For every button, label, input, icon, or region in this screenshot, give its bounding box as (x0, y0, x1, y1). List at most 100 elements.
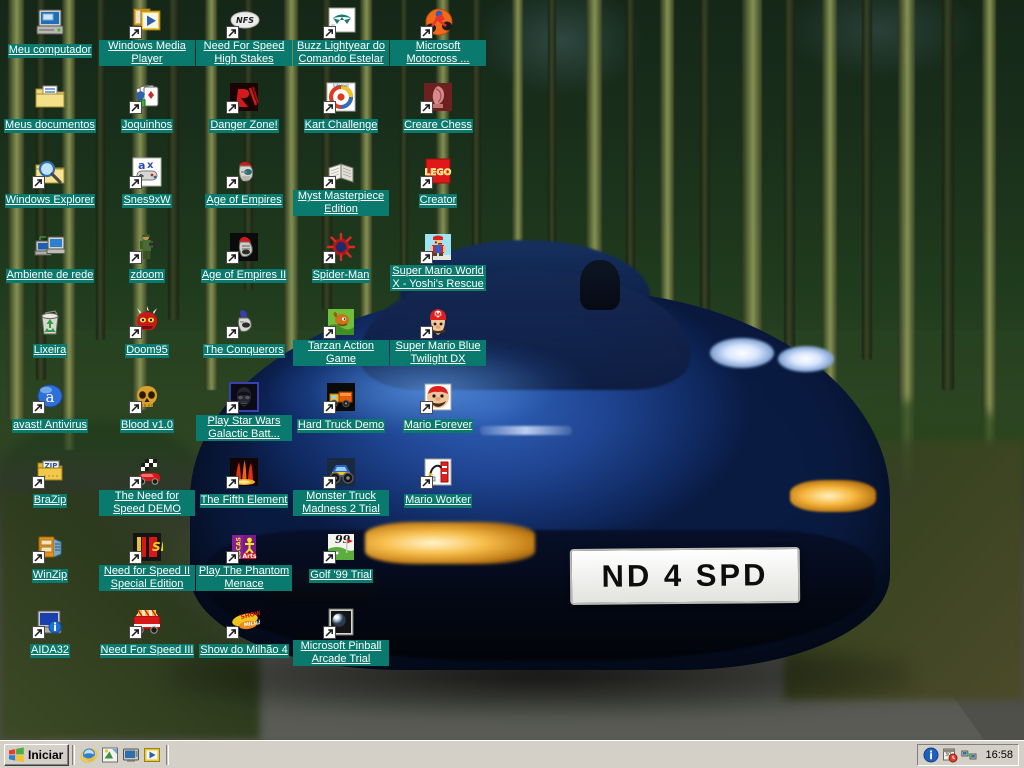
desktop-icon-nfs-high-stakes[interactable]: NFS Need For Speed High Stakes (196, 6, 292, 67)
desktop-icon-avast-antivirus[interactable]: a avast! Antivirus (2, 381, 98, 433)
desktop-icon-windows-media-player[interactable]: Windows Media Player (99, 6, 195, 67)
desktop-icon-kart-challenge[interactable]: Internet Kart Challenge (293, 81, 389, 133)
taskbar-clock[interactable]: 16:58 (985, 749, 1013, 761)
system-tray[interactable]: 30 16:58 (917, 743, 1019, 766)
windows-media-player-icon[interactable] (143, 746, 161, 764)
internet-explorer-icon[interactable] (80, 746, 98, 764)
desktop-icon-spider-man[interactable]: Spider-Man (293, 231, 389, 283)
tarzan-icon (323, 306, 357, 339)
desktop-icon-doom95[interactable]: Doom95 (99, 306, 195, 358)
shortcut-arrow-icon (129, 626, 142, 639)
desktop-icon-zdoom-marine[interactable]: zdoom (99, 231, 195, 283)
shortcut-arrow-icon (226, 176, 239, 189)
desktop-icon-hard-truck[interactable]: Hard Truck Demo (293, 381, 389, 433)
shortcut-arrow-icon (32, 476, 45, 489)
aida32-icon (32, 606, 66, 639)
desktop-icon-pinball-arcade[interactable]: Microsoft Pinball Arcade Trial (293, 606, 389, 667)
desktop-icon-super-mario-world-x[interactable]: Super Mario World X - Yoshi's Rescue (390, 231, 486, 292)
shortcut-arrow-icon (129, 326, 142, 339)
nfs2-se-icon: SE (129, 531, 163, 564)
super-mario-blue-twilight-icon: M (420, 306, 454, 339)
desktop-icon-creare-chess[interactable]: Creare Chess (390, 81, 486, 133)
fifth-element-icon (226, 456, 260, 489)
desktop-icon-label: Ambiente de rede (5, 269, 95, 283)
car-license-plate: ND 4 SPD (569, 546, 801, 606)
desktop-icon-show-do-milhao[interactable]: SHOW MILHÃO Show do Milhão 4 (196, 606, 292, 658)
desktop-icon-age-of-empires[interactable]: Age of Empires (196, 156, 292, 208)
start-button-label: Iniciar (28, 747, 64, 762)
desktop-icon-fifth-element[interactable]: The Fifth Element (196, 456, 292, 508)
desktop-icon-motocross-madness[interactable]: Microsoft Motocross ... (390, 6, 486, 67)
desktop-icon-nfs2-se[interactable]: SE Need for Speed II Special Edition (99, 531, 195, 592)
svg-text:x: x (147, 160, 154, 171)
desktop-icon-star-wars-galactic-battlegrounds[interactable]: Play Star Wars Galactic Batt... (196, 381, 292, 442)
need-for-speed-demo-icon (129, 456, 163, 489)
shortcut-arrow-icon (32, 551, 45, 564)
desktop-icon-label: Meus documentos (4, 119, 96, 133)
desktop-icon-label: Myst Masterpiece Edition (293, 190, 389, 216)
desktop-icon-recycle-bin[interactable]: Lixeira (2, 306, 98, 358)
desktop-icon-windows-explorer[interactable]: Windows Explorer (2, 156, 98, 208)
shortcut-arrow-icon (226, 326, 239, 339)
desktop-icon-mario-worker[interactable]: Mario Worker (390, 456, 486, 508)
kart-challenge-icon: Internet (323, 81, 357, 114)
desktop-icon-aoe2-conquerors[interactable]: The Conquerors (196, 306, 292, 358)
desktop-icon-label: Age of Empires II (200, 269, 288, 283)
desktop-icon-label: Tarzan Action Game (293, 340, 389, 366)
desktop-icon-lucasarts-phantom-menace[interactable]: LUCAS Arts Play The Phantom Menace (196, 531, 292, 592)
mario-worker-icon (420, 456, 454, 489)
desktop-icon-lego-creator[interactable]: LEGO Creator (390, 156, 486, 208)
desktop-icon-label: Play Star Wars Galactic Batt... (196, 415, 292, 441)
desktop-icon-tarzan[interactable]: Tarzan Action Game (293, 306, 389, 367)
desktop-icon-blood-skull[interactable]: Blood v1.0 (99, 381, 195, 433)
windows-media-player-icon (129, 6, 163, 39)
aoe2-conquerors-icon (226, 306, 260, 339)
desktop-icon-label: Spider-Man (311, 269, 371, 283)
desktop-icon-my-documents-folder[interactable]: Meus documentos (2, 81, 98, 133)
desktop-root[interactable]: ND 4 SPD Meu computador Windows Media Pl… (0, 0, 1024, 768)
desktop-icon-winzip[interactable]: WinZip (2, 531, 98, 583)
desktop-icon-my-computer[interactable]: Meu computador (2, 6, 98, 58)
desktop-icon-label: The Need for Speed DEMO (99, 490, 195, 516)
desktop-icon-need-for-speed-demo[interactable]: The Need for Speed DEMO (99, 456, 195, 517)
shortcut-arrow-icon (129, 551, 142, 564)
network-tray-icon[interactable] (961, 747, 977, 763)
desktop-icon-monster-truck-madness-2[interactable]: Monster Truck Madness 2 Trial (293, 456, 389, 517)
start-button[interactable]: Iniciar (4, 743, 70, 766)
shortcut-arrow-icon (32, 626, 45, 639)
desktop-icon-mario-forever[interactable]: Mario Forever (390, 381, 486, 433)
hard-truck-icon (323, 381, 357, 414)
desktop-icon-brazip[interactable]: ZIP BraZip (2, 456, 98, 508)
taskbar[interactable]: Iniciar 30 16:58 (0, 740, 1024, 768)
desktop-icon-buzz-lightyear[interactable]: Buzz Lightyear do Comando Estelar (293, 6, 389, 67)
desktop-icon-network-neighborhood[interactable]: Ambiente de rede (2, 231, 98, 283)
buzz-lightyear-icon (323, 6, 357, 39)
desktop-icon-label: Creare Chess (403, 119, 473, 133)
desktop-icon-super-mario-blue-twilight[interactable]: M Super Mario Blue Twilight DX (390, 306, 486, 367)
svg-text:a: a (138, 159, 145, 172)
desktop-icon-label: Buzz Lightyear do Comando Estelar (293, 40, 389, 66)
desktop-icon-label: Super Mario World X - Yoshi's Rescue (390, 265, 486, 291)
shortcut-arrow-icon (323, 626, 336, 639)
desktop-icon-danger-zone[interactable]: Danger Zone! (196, 81, 292, 133)
quick-launch-bar[interactable] (78, 746, 163, 764)
tv-viewer-icon[interactable] (122, 746, 140, 764)
desktop-icon-label: Doom95 (125, 344, 169, 358)
desktop-icon-age-of-empires-2[interactable]: Age of Empires II (196, 231, 292, 283)
desktop-icon-aida32[interactable]: AIDA32 (2, 606, 98, 658)
desktop-icon-snes9x[interactable]: a x Snes9xW (99, 156, 195, 208)
scheduler-tray-icon[interactable]: 30 (942, 747, 958, 763)
desktop-icon-label: Need for Speed II Special Edition (99, 565, 195, 591)
desktop-icon-myst-book[interactable]: Myst Masterpiece Edition (293, 156, 389, 217)
motocross-madness-icon (420, 6, 454, 39)
shortcut-arrow-icon (226, 551, 239, 564)
desktop-icon-golf-99[interactable]: 99 Golf '99 Trial (293, 531, 389, 583)
shortcut-arrow-icon (226, 101, 239, 114)
avast-tray-icon[interactable] (923, 747, 939, 763)
desktop-icon-nfs3[interactable]: Need For Speed III (99, 606, 195, 658)
show-desktop-icon[interactable] (101, 746, 119, 764)
desktop-icon-label: Play The Phantom Menace (196, 565, 292, 591)
network-neighborhood-icon (34, 231, 66, 263)
avast-antivirus-icon: a (32, 381, 66, 414)
desktop-icon-games-cards[interactable]: Joquinhos (99, 81, 195, 133)
